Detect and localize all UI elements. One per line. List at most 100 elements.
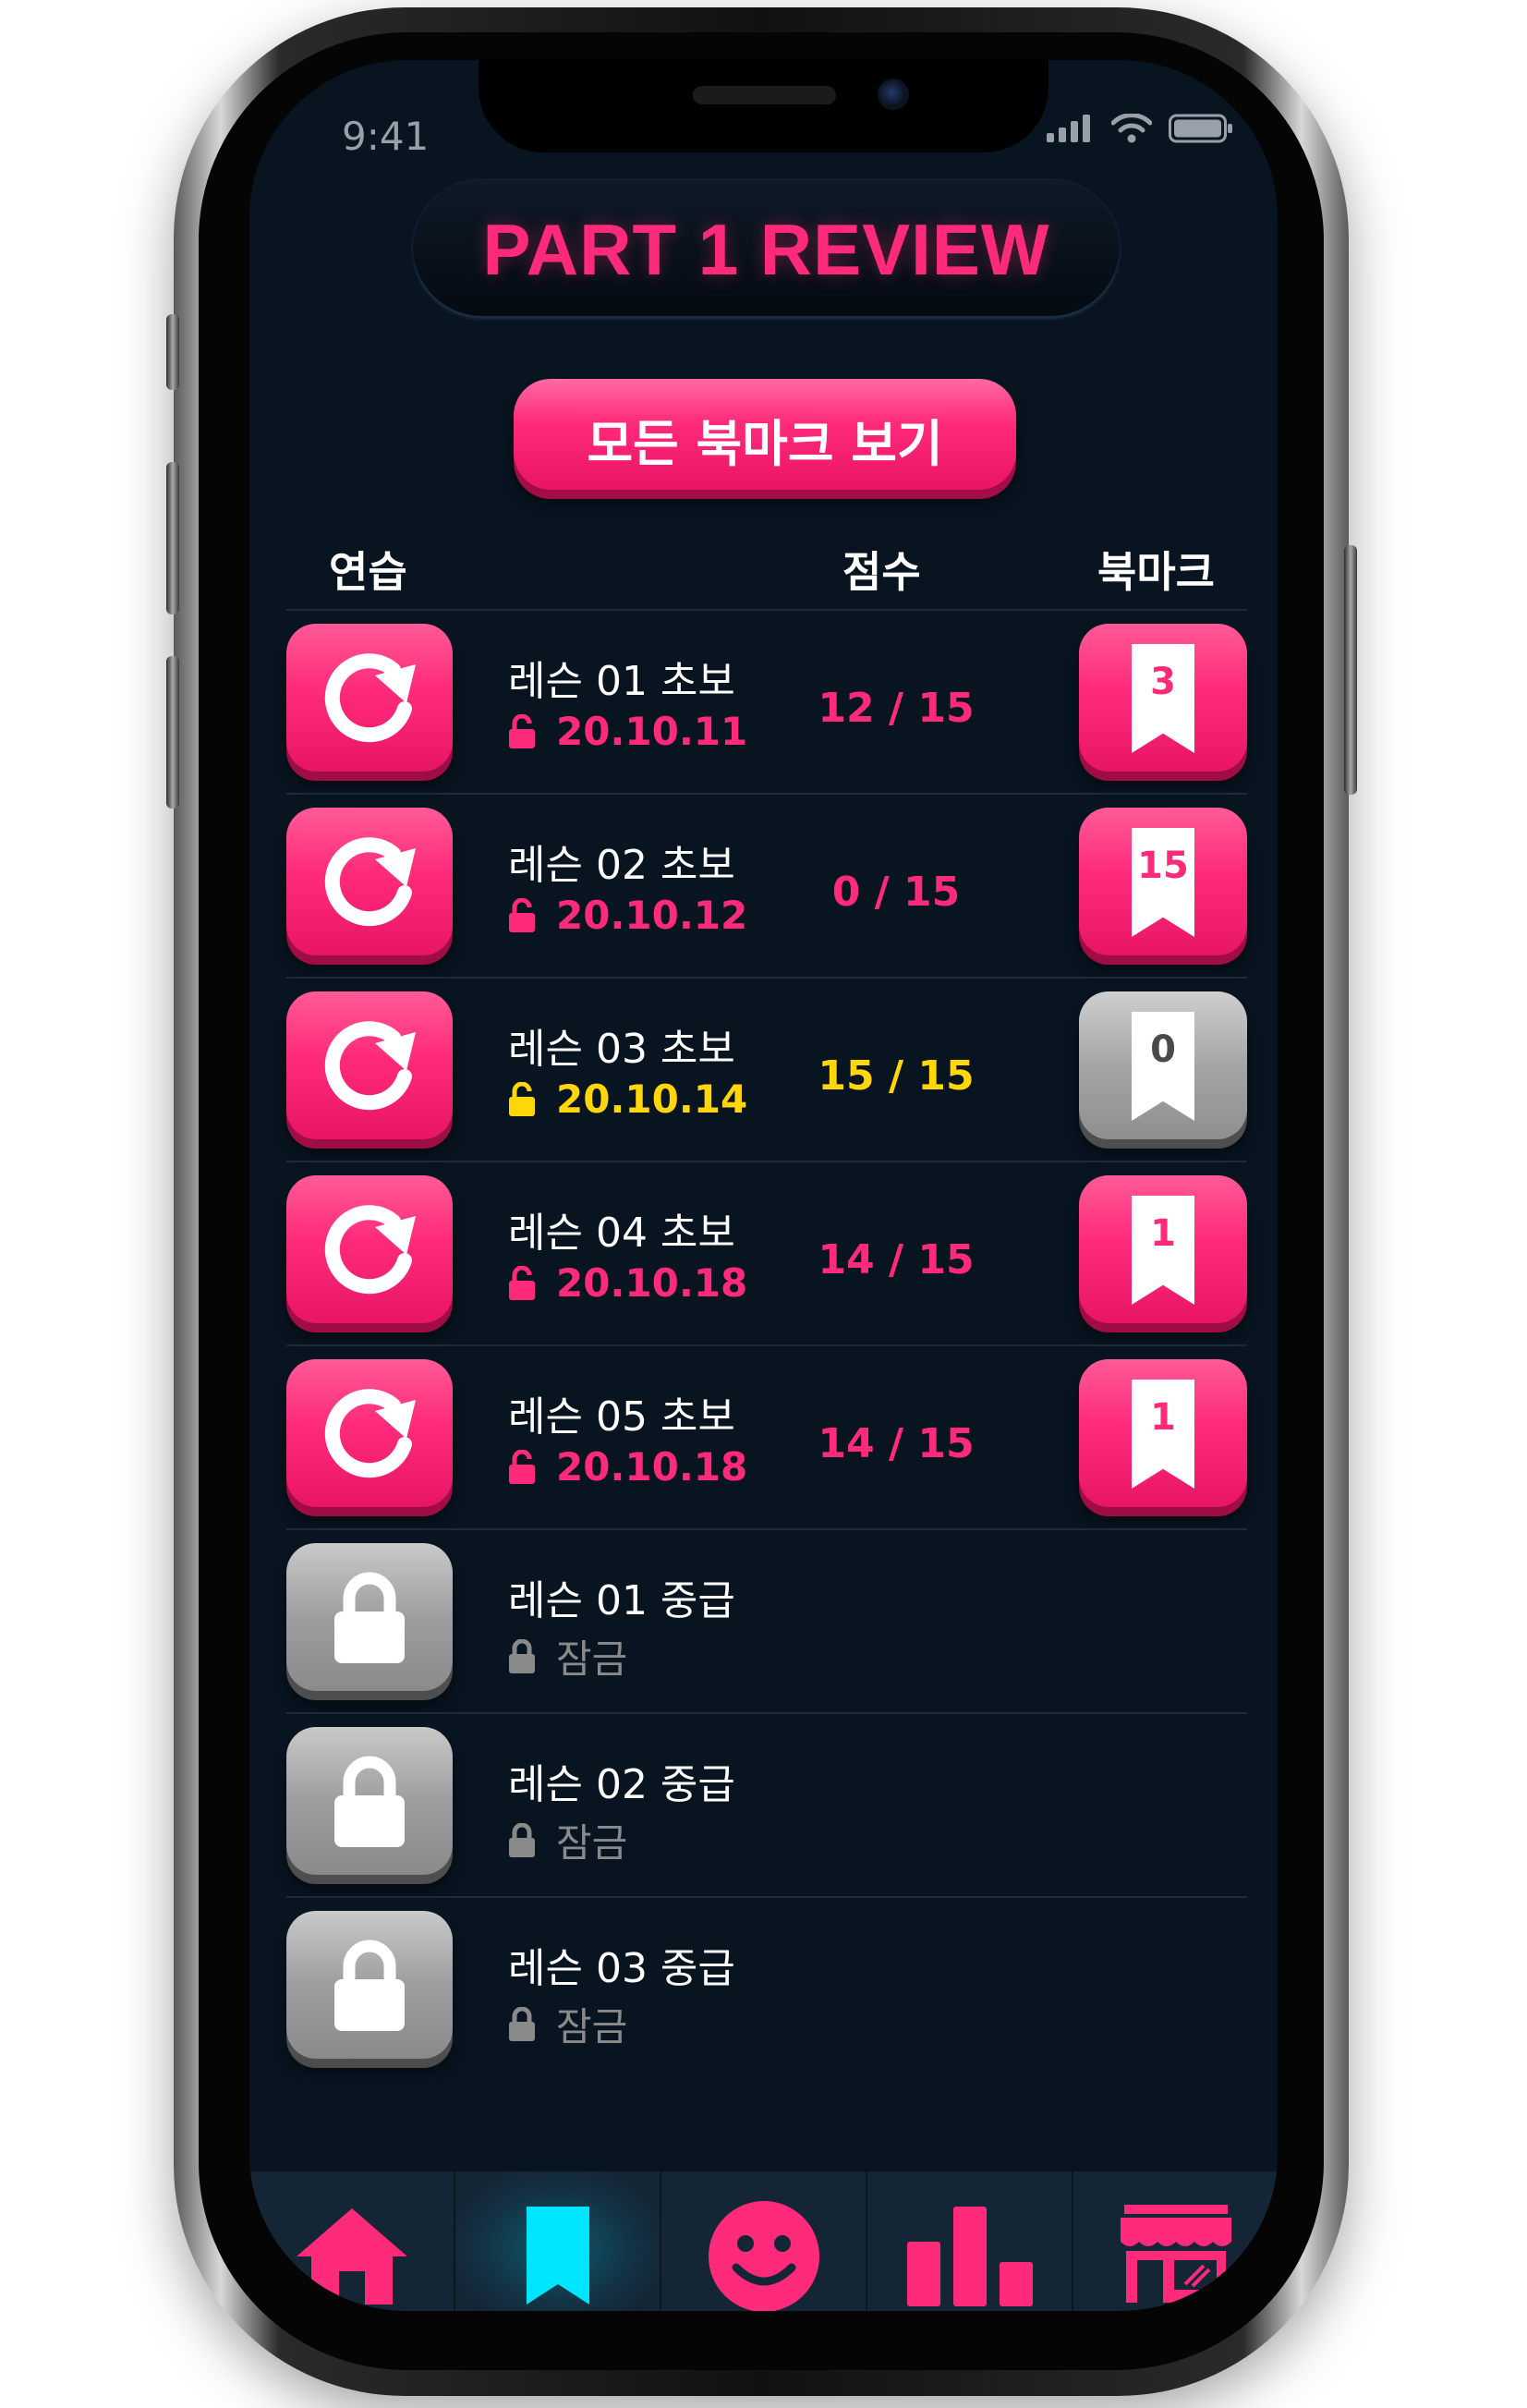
- padlock-icon: [334, 1940, 405, 2031]
- column-header-practice: 연습: [329, 547, 407, 597]
- lesson-title: 레슨 04 초보: [508, 1210, 735, 1257]
- lesson-title: 레슨 01 중급: [508, 1577, 735, 1624]
- lesson-score: 0 / 15: [831, 869, 961, 916]
- lesson-row: 레슨 02 초보 20.10.12 0 / 15 15: [286, 793, 1247, 979]
- earpiece-speaker: [693, 86, 836, 104]
- lesson-title: 레슨 05 초보: [508, 1393, 735, 1441]
- smiley-icon: [708, 2201, 819, 2311]
- lesson-row: 레슨 04 초보 20.10.18 14 / 15 1: [286, 1161, 1247, 1347]
- locked-lesson-button[interactable]: [286, 1727, 453, 1875]
- locked-lesson-button[interactable]: [286, 1911, 453, 2059]
- lesson-bookmarks-button[interactable]: 0: [1079, 991, 1247, 1139]
- lesson-score: 12 / 15: [818, 685, 975, 732]
- view-all-bookmarks-button[interactable]: 모든 북마크 보기: [514, 379, 1016, 490]
- unlock-icon: [509, 1081, 535, 1116]
- locked-label: 잠금: [556, 1636, 628, 1682]
- lesson-row: 레슨 02 중급잠금: [286, 1712, 1247, 1899]
- lesson-score: 15 / 15: [818, 1052, 975, 1100]
- signal-icon: [1047, 115, 1090, 142]
- battery-icon: [1169, 114, 1232, 143]
- lesson-row: 레슨 01 중급잠금: [286, 1528, 1247, 1715]
- retry-icon: [324, 1205, 416, 1295]
- lesson-row: 레슨 01 초보 20.10.11 12 / 15 3: [286, 609, 1247, 796]
- retry-icon: [324, 1389, 416, 1478]
- lesson-meta: 20.10.11: [508, 709, 747, 754]
- home-icon: [296, 2208, 407, 2305]
- wifi-icon: [1111, 114, 1152, 143]
- locked-label: 잠금: [556, 2004, 628, 2049]
- unlock-icon: [509, 713, 535, 748]
- unlock-icon: [509, 1265, 535, 1300]
- padlock-icon: [334, 1572, 405, 1663]
- power-button: [1344, 545, 1357, 795]
- notch: [479, 60, 1048, 152]
- title-banner: PART 1 REVIEW: [413, 180, 1120, 319]
- volume-down-button: [166, 656, 179, 809]
- bookmark-count: 1: [1150, 1396, 1176, 1439]
- lesson-bookmarks-button[interactable]: 1: [1079, 1175, 1247, 1323]
- tab-profile[interactable]: [661, 2171, 867, 2311]
- tab-home[interactable]: [249, 2171, 455, 2311]
- status-time: 9:41: [342, 114, 430, 159]
- retry-lesson-button[interactable]: [286, 624, 453, 772]
- page-title: PART 1 REVIEW: [482, 209, 1050, 290]
- bookmark-count: 15: [1137, 845, 1189, 887]
- lesson-meta: 잠금: [508, 1812, 627, 1868]
- lock-icon: [509, 1822, 535, 1857]
- lesson-bookmarks-button[interactable]: 1: [1079, 1359, 1247, 1507]
- column-header-bookmark: 북마크: [1097, 547, 1215, 597]
- bookmark-count: 0: [1150, 1028, 1176, 1071]
- lesson-date: 20.10.11: [556, 709, 748, 754]
- column-header-score: 점수: [842, 547, 921, 597]
- lesson-title: 레슨 03 초보: [508, 1026, 735, 1073]
- volume-up-button: [166, 462, 179, 614]
- lesson-meta: 20.10.14: [508, 1076, 747, 1122]
- retry-lesson-button[interactable]: [286, 1175, 453, 1323]
- lesson-row: 레슨 03 초보 20.10.14 15 / 15 0: [286, 977, 1247, 1163]
- lesson-meta: 20.10.18: [508, 1444, 747, 1490]
- retry-icon: [324, 653, 416, 743]
- retry-lesson-button[interactable]: [286, 808, 453, 955]
- lesson-row: 레슨 03 중급잠금: [286, 1896, 1247, 2083]
- lesson-title: 레슨 02 초보: [508, 842, 735, 889]
- lesson-meta: 잠금: [508, 1628, 627, 1684]
- status-icons: [1047, 114, 1233, 143]
- retry-lesson-button[interactable]: [286, 1359, 453, 1507]
- lesson-date: 20.10.18: [556, 1444, 748, 1490]
- lesson-date: 20.10.12: [556, 893, 748, 938]
- lesson-date: 20.10.18: [556, 1260, 748, 1306]
- bookmark-count: 1: [1150, 1212, 1176, 1255]
- lesson-bookmarks-button[interactable]: 3: [1079, 624, 1247, 772]
- app-screen: 9:41 PART 1 REVIEW 모든 북마크 보기 연습 점수 북마크 레…: [249, 60, 1278, 2311]
- lesson-meta: 잠금: [508, 1996, 627, 2052]
- unlock-icon: [509, 1449, 535, 1484]
- lock-icon: [509, 2006, 535, 2041]
- lesson-title: 레슨 01 초보: [508, 658, 735, 705]
- lesson-title: 레슨 02 중급: [508, 1761, 735, 1808]
- tab-bookmarks[interactable]: [455, 2171, 661, 2311]
- retry-icon: [324, 837, 416, 927]
- tab-bar: [249, 2171, 1278, 2311]
- tab-stats[interactable]: [867, 2171, 1073, 2311]
- padlock-icon: [334, 1756, 405, 1847]
- tab-store[interactable]: [1073, 2171, 1278, 2311]
- locked-label: 잠금: [556, 1820, 628, 1866]
- bookmark-count: 3: [1150, 661, 1176, 703]
- bookmark-icon: [526, 2207, 589, 2305]
- retry-lesson-button[interactable]: [286, 991, 453, 1139]
- lesson-score: 14 / 15: [818, 1236, 975, 1283]
- lesson-score: 14 / 15: [818, 1420, 975, 1467]
- lesson-meta: 20.10.18: [508, 1260, 747, 1306]
- locked-lesson-button[interactable]: [286, 1543, 453, 1691]
- lesson-bookmarks-button[interactable]: 15: [1079, 808, 1247, 955]
- retry-icon: [324, 1021, 416, 1111]
- front-camera: [878, 79, 909, 110]
- mute-switch: [166, 314, 179, 390]
- lesson-meta: 20.10.12: [508, 893, 747, 938]
- view-all-bookmarks-label: 모든 북마크 보기: [587, 415, 943, 473]
- bar-chart-icon: [906, 2207, 1033, 2306]
- unlock-icon: [509, 897, 535, 932]
- lesson-title: 레슨 03 중급: [508, 1945, 735, 1992]
- store-icon: [1120, 2205, 1231, 2303]
- lesson-date: 20.10.14: [556, 1076, 748, 1122]
